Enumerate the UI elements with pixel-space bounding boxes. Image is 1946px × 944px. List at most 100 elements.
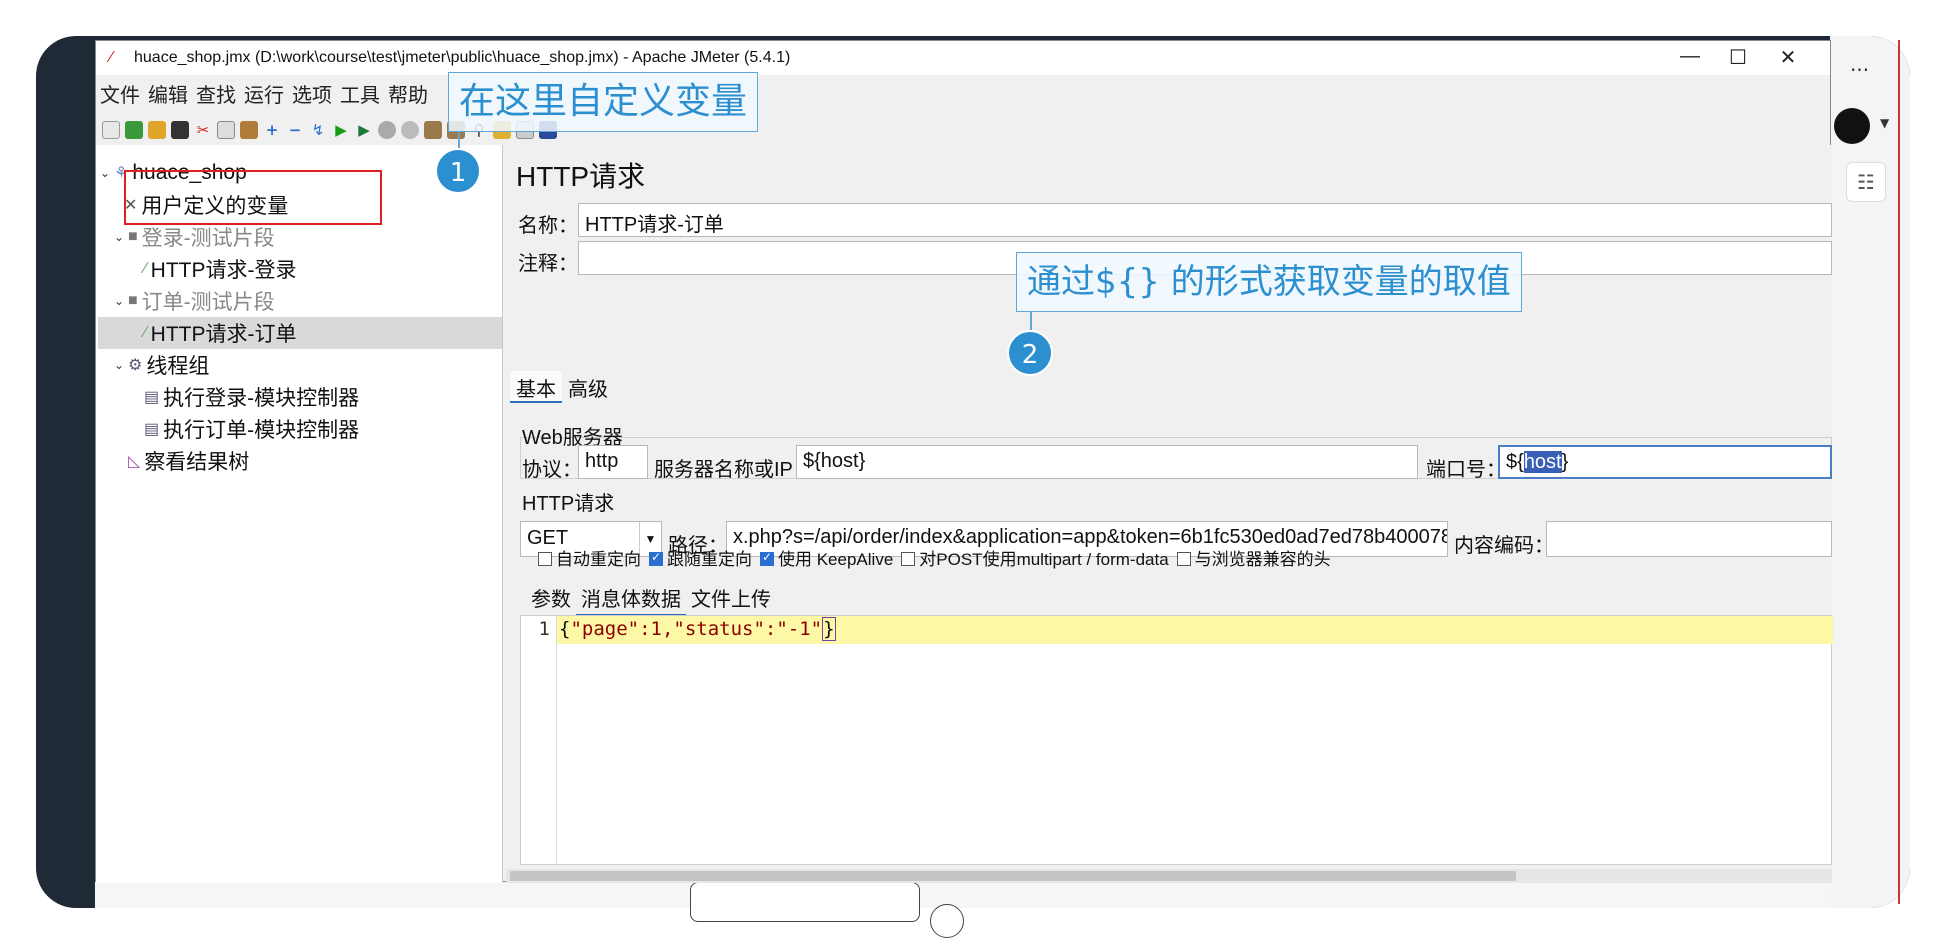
encoding-label: 内容编码： xyxy=(1454,535,1554,557)
tree-node-login-fragment[interactable]: ⌄ ■ 登录-测试片段 xyxy=(114,221,275,253)
more-icon[interactable]: ··· xyxy=(1850,58,1869,82)
tree-node-order-controller[interactable]: ▤ 执行订单-模块控制器 xyxy=(144,413,359,445)
scrollbar-thumb[interactable] xyxy=(510,871,1516,881)
paste-icon[interactable] xyxy=(240,121,258,139)
horizontal-scrollbar[interactable] xyxy=(506,869,1832,883)
tab-basic[interactable]: 基本 xyxy=(510,371,562,403)
annotation-leader-1 xyxy=(458,132,460,148)
start-no-pause-icon[interactable]: ▶ xyxy=(355,121,373,139)
tab-advanced[interactable]: 高级 xyxy=(562,371,614,403)
browser-headers-checkbox[interactable] xyxy=(1176,551,1191,566)
start-icon[interactable]: ▶ xyxy=(332,121,350,139)
background-diagram-node xyxy=(690,882,920,922)
keepalive-checkbox[interactable] xyxy=(760,550,774,566)
shutdown-icon[interactable] xyxy=(401,121,419,139)
minimize-button[interactable]: — xyxy=(1670,45,1710,68)
body-editor[interactable]: 1 {"page":1,"status":"-1"} xyxy=(520,615,1833,865)
highlight-box-user-vars xyxy=(124,170,382,225)
protocol-label: 协议： xyxy=(522,459,582,481)
name-field[interactable]: HTTP请求-订单 xyxy=(578,203,1832,237)
protocol-field[interactable]: http xyxy=(578,445,648,479)
clear-icon[interactable] xyxy=(424,121,442,139)
tree-node-label: HTTP请求-订单 xyxy=(150,323,297,346)
fragment-icon: ■ xyxy=(128,228,138,245)
background-diagram-circle xyxy=(930,904,964,938)
save-icon[interactable] xyxy=(171,121,189,139)
tree-node-order-request[interactable]: ⁄ HTTP请求-订单 xyxy=(98,317,502,349)
tree-node-result-tree[interactable]: ◺ 察看结果树 xyxy=(128,445,249,477)
code-brace-open: { xyxy=(559,618,571,640)
stop-icon[interactable] xyxy=(378,121,396,139)
menu-options[interactable]: 选项 xyxy=(292,79,332,108)
tab-parameters[interactable]: 参数 xyxy=(526,581,576,616)
copy-icon[interactable] xyxy=(217,121,235,139)
menu-help[interactable]: 帮助 xyxy=(388,79,428,108)
comment-label: 注释： xyxy=(518,253,578,275)
config-tabs: 基本 高级 xyxy=(510,371,614,403)
tree-node-order-fragment[interactable]: ⌄ ■ 订单-测试片段 xyxy=(114,285,275,317)
chart-icon: ◺ xyxy=(128,453,141,470)
tree-node-label: 执行登录-模块控制器 xyxy=(163,387,360,410)
encoding-field[interactable] xyxy=(1546,521,1832,557)
tree-node-label: 线程组 xyxy=(146,355,210,378)
title-bar: ⁄ huace_shop.jmx (D:\work\course\test\jm… xyxy=(96,41,1830,75)
follow-redirect-checkbox[interactable] xyxy=(649,550,663,566)
port-label: 端口号： xyxy=(1426,459,1506,481)
open-icon[interactable] xyxy=(148,121,166,139)
tree-node-label: 执行订单-模块控制器 xyxy=(163,419,360,442)
code-line[interactable]: {"page":1,"status":"-1"} xyxy=(557,616,1833,644)
chevron-down-icon[interactable]: ⌄ xyxy=(114,294,128,308)
menu-tools[interactable]: 工具 xyxy=(340,79,380,108)
port-text-prefix: ${ xyxy=(1506,451,1524,473)
close-button[interactable]: ✕ xyxy=(1768,45,1808,70)
annotation-callout-1: 在这里自定义变量 xyxy=(448,72,759,132)
tree-node-thread-group[interactable]: ⌄ ⚙ 线程组 xyxy=(114,349,209,381)
tab-file-upload[interactable]: 文件上传 xyxy=(686,581,776,616)
menu-edit[interactable]: 编辑 xyxy=(148,79,188,108)
request-options: 自动重定向 跟随重定向 使用 KeepAlive 对POST使用multipar… xyxy=(530,545,1331,570)
chevron-down-icon[interactable]: ⌄ xyxy=(114,358,128,372)
toggle-icon[interactable]: ↯ xyxy=(309,121,327,139)
tab-body-data[interactable]: 消息体数据 xyxy=(576,581,686,616)
menu-file[interactable]: 文件 xyxy=(100,79,140,108)
port-field[interactable]: ${host} xyxy=(1498,445,1832,479)
jmeter-window: ⁄ huace_shop.jmx (D:\work\course\test\jm… xyxy=(95,40,1833,883)
chevron-down-icon[interactable]: ⌄ xyxy=(100,166,114,180)
annotation-leader-2 xyxy=(1030,312,1032,332)
new-icon[interactable] xyxy=(102,121,120,139)
chevron-down-icon[interactable]: ⌄ xyxy=(114,230,128,244)
menu-run[interactable]: 运行 xyxy=(244,79,284,108)
code-brace-close: } xyxy=(822,617,836,641)
http-request-heading: HTTP请求 xyxy=(522,493,615,515)
menu-search[interactable]: 查找 xyxy=(196,79,236,108)
cut-icon[interactable]: ✂ xyxy=(194,121,212,139)
fragment-icon: ■ xyxy=(128,292,138,309)
annotation-badge-2: 2 xyxy=(1007,330,1053,376)
auto-redirect-checkbox[interactable] xyxy=(538,551,552,566)
maximize-button[interactable]: ☐ xyxy=(1718,45,1758,70)
tree-node-label: 订单-测试片段 xyxy=(141,291,275,314)
pipette-icon: ⁄ xyxy=(144,324,147,341)
tree-node-label: HTTP请求-登录 xyxy=(150,259,297,282)
server-field[interactable]: ${host} xyxy=(796,445,1418,479)
templates-icon[interactable] xyxy=(125,121,143,139)
line-number: 1 xyxy=(521,616,557,864)
body-tabs: 参数 消息体数据 文件上传 xyxy=(526,581,776,616)
code-text: "page":1,"status":"-1" xyxy=(570,618,823,640)
multipart-checkbox[interactable] xyxy=(901,551,916,566)
server-label: 服务器名称或IP： xyxy=(654,459,813,481)
settings-sliders-icon[interactable]: ☷ xyxy=(1846,162,1886,202)
tree-node-label: 察看结果树 xyxy=(144,451,250,474)
expand-icon[interactable]: + xyxy=(263,121,281,139)
tree-node-login-controller[interactable]: ▤ 执行登录-模块控制器 xyxy=(144,381,359,413)
toolbar: ✂ + − ↯ ▶ ▶ ⚲ xyxy=(96,111,1830,149)
port-text-selected: host xyxy=(1523,451,1562,473)
multipart-label: 对POST使用multipart / form-data xyxy=(919,550,1169,569)
collapse-icon[interactable]: − xyxy=(286,121,304,139)
color-picker[interactable] xyxy=(1834,108,1870,144)
menu-bar: 文件 编辑 查找 运行 选项 工具 帮助 xyxy=(96,75,1830,111)
annotation-callout-2: 通过${} 的形式获取变量的取值 xyxy=(1016,252,1522,312)
module-controller-icon: ▤ xyxy=(144,389,160,406)
chevron-down-icon[interactable]: ▼ xyxy=(1880,116,1889,130)
tree-node-login-request[interactable]: ⁄ HTTP请求-登录 xyxy=(144,253,297,285)
